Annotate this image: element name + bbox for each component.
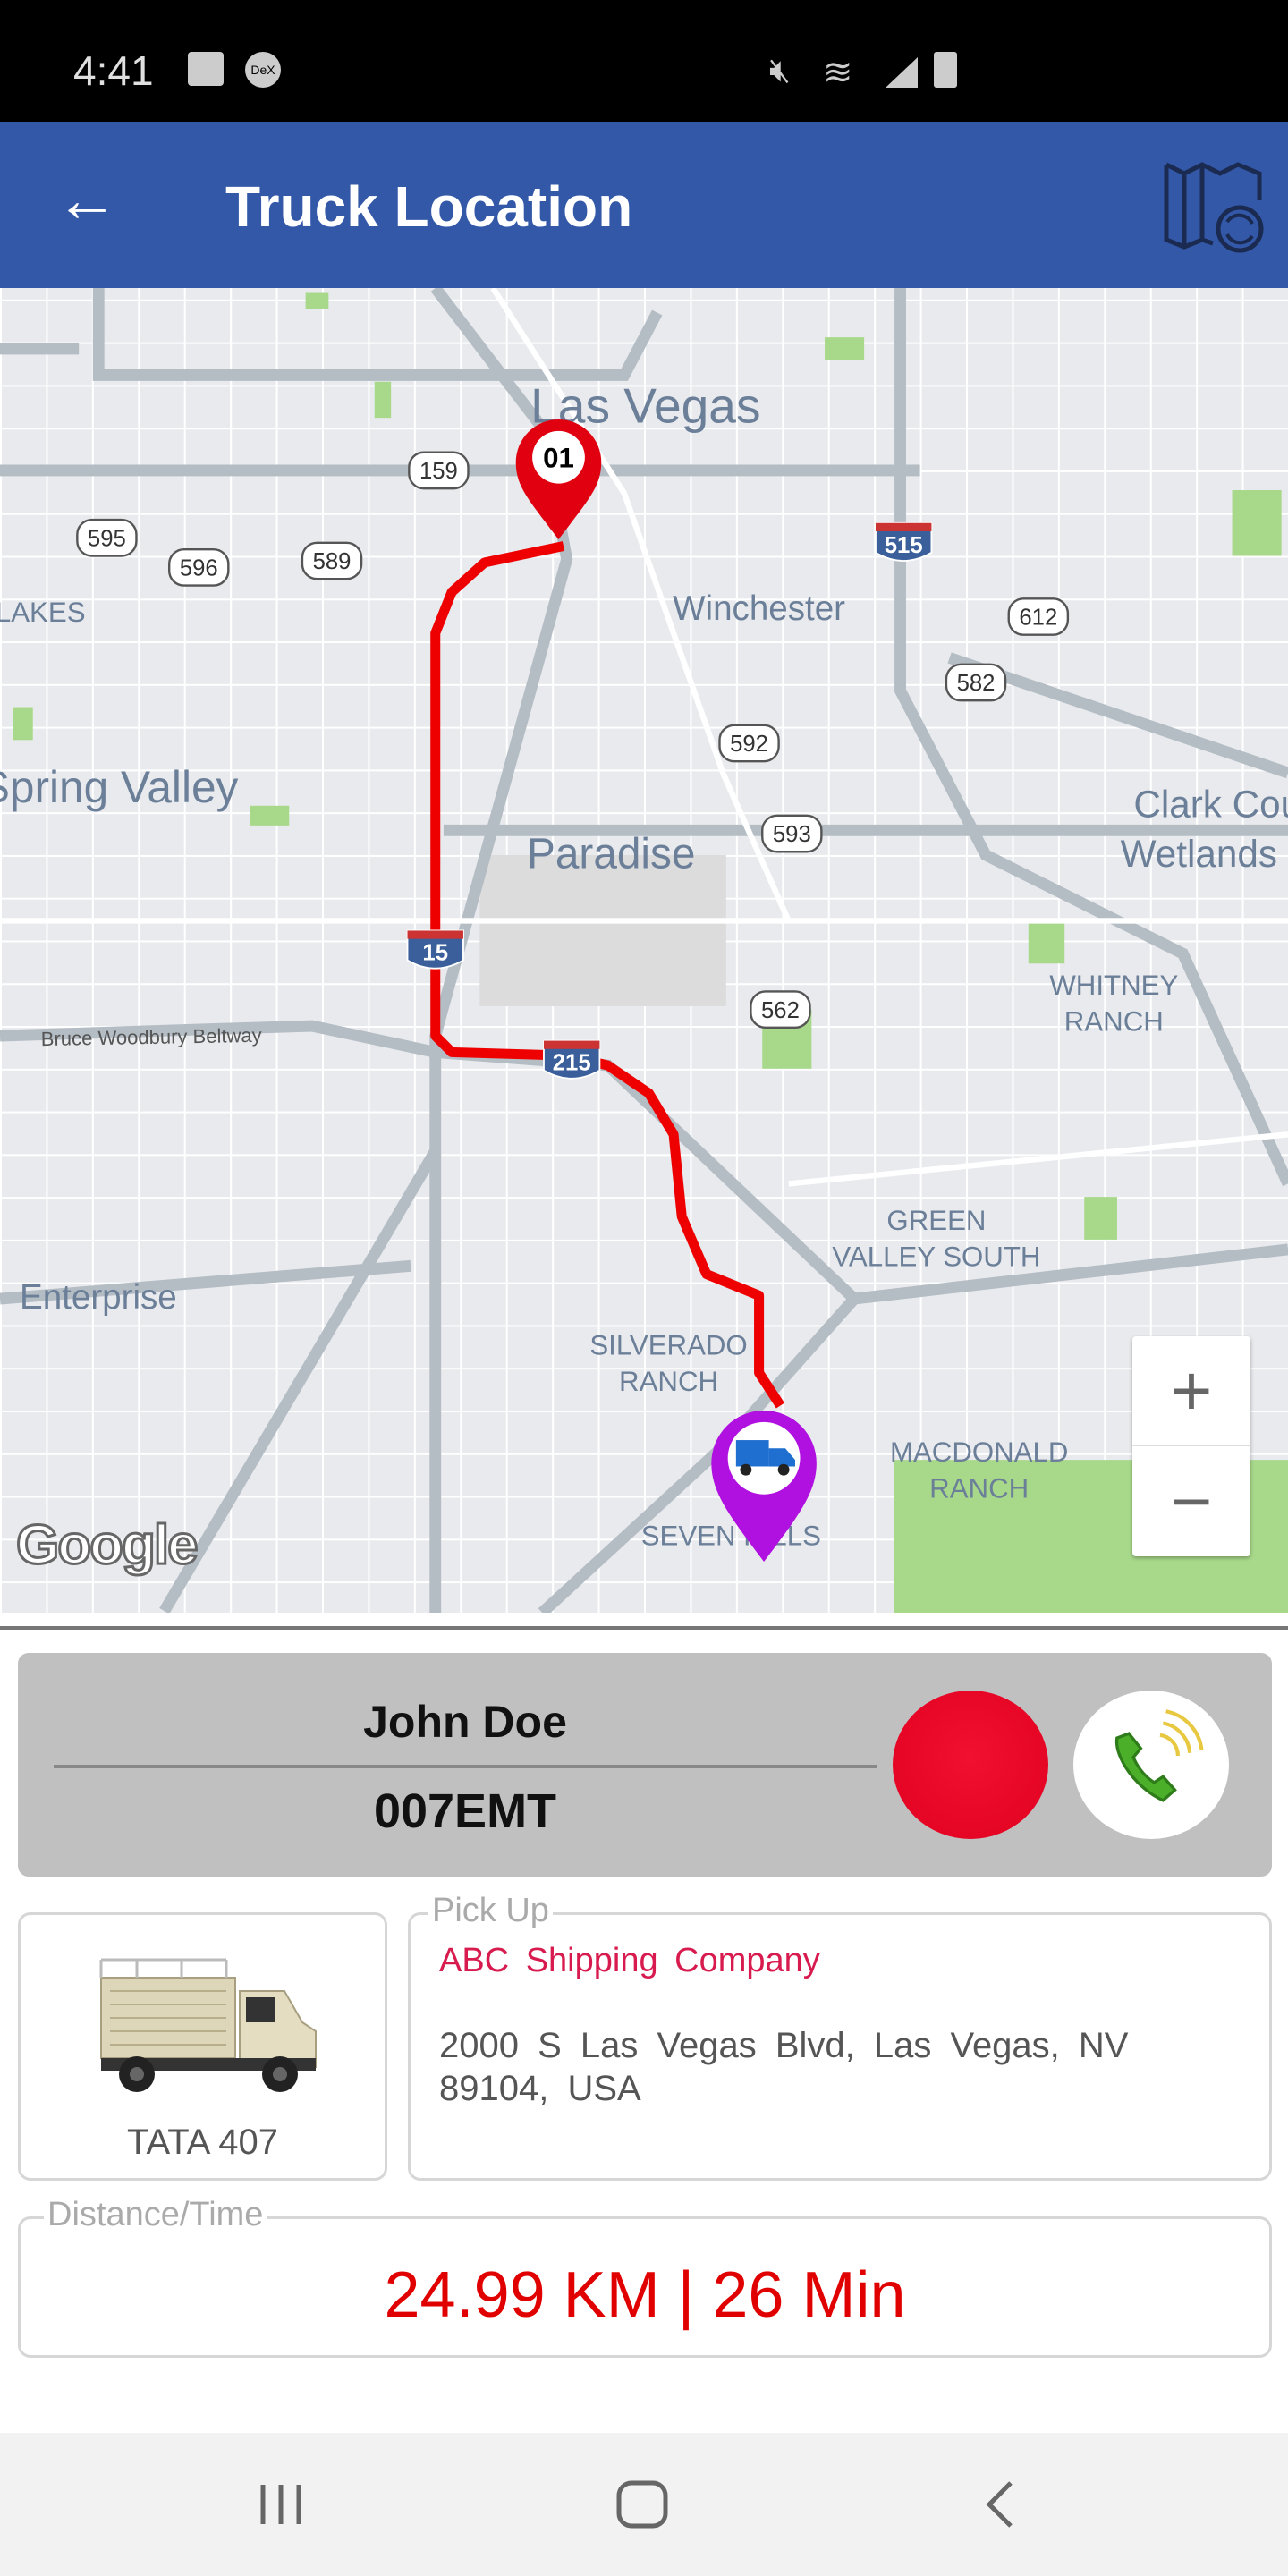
signal-icon xyxy=(886,57,918,88)
zoom-in-button[interactable]: + xyxy=(1132,1336,1250,1446)
home-button[interactable] xyxy=(615,2479,669,2529)
map-label: Paradise xyxy=(527,831,695,878)
mute-icon: 🔇︎ xyxy=(769,52,791,89)
interstate-number: 515 xyxy=(885,533,923,558)
state-route-shield: 582 xyxy=(945,663,1007,702)
gallery-icon xyxy=(188,52,224,86)
route-number: 589 xyxy=(313,549,352,574)
truck-image xyxy=(99,1958,317,2092)
map-label: MACDONALD xyxy=(890,1436,1068,1468)
interstate-shield: 15 xyxy=(406,929,464,970)
map-label: Bruce Woodbury Beltway xyxy=(41,1024,262,1050)
state-route-shield: 595 xyxy=(76,518,138,557)
route-number: 582 xyxy=(957,671,996,696)
map-label: RANCH xyxy=(1064,1006,1164,1038)
map-label: Winchester xyxy=(673,589,845,628)
back-button[interactable]: ← xyxy=(55,168,118,231)
truck-icon xyxy=(735,1440,769,1467)
route-number: 592 xyxy=(730,732,768,757)
map-label: RANCH xyxy=(619,1366,718,1397)
back-nav-button[interactable] xyxy=(982,2479,1018,2529)
battery-icon xyxy=(934,52,957,88)
map-label: Enterprise xyxy=(20,1278,177,1317)
divider xyxy=(0,1626,1288,1630)
map-view[interactable]: Las Vegas Winchester Paradise Spring Val… xyxy=(0,288,1288,1613)
page-title: Truck Location xyxy=(225,174,633,239)
map-label: Spring Valley xyxy=(0,762,239,812)
route-number: 596 xyxy=(180,556,218,581)
status-bar: 4:41 DeX 🔇︎ ≋ xyxy=(0,0,1288,122)
map-label: LAKES xyxy=(0,597,86,628)
pickup-legend: Pick Up xyxy=(428,1892,553,1930)
call-button[interactable] xyxy=(1073,1690,1229,1839)
map-label: VALLEY SOUTH xyxy=(832,1241,1040,1272)
route-number: 595 xyxy=(88,526,126,551)
map-refresh-icon[interactable] xyxy=(1159,157,1267,256)
interstate-shield: 215 xyxy=(543,1039,601,1080)
driver-name: John Doe xyxy=(363,1697,567,1747)
driver-card: John Doe 007EMT xyxy=(18,1653,1272,1877)
vehicle-plate: 007EMT xyxy=(373,1784,557,1838)
system-nav-bar xyxy=(0,2433,1288,2576)
start-marker-label: 01 xyxy=(543,442,574,473)
interstate-shield: 515 xyxy=(875,521,933,562)
zoom-controls: + − xyxy=(1132,1336,1250,1556)
zoom-out-button[interactable]: − xyxy=(1132,1446,1250,1556)
google-logo: Google xyxy=(15,1513,200,1578)
state-route-shield: 596 xyxy=(167,547,230,587)
route-number: 593 xyxy=(773,822,811,847)
vehicle-model: TATA 407 xyxy=(127,2123,278,2162)
state-route-shield: 562 xyxy=(750,990,811,1030)
map-canvas[interactable]: Las Vegas Winchester Paradise Spring Val… xyxy=(0,288,1288,1613)
pickup-company: ABC Shipping Company xyxy=(439,1942,820,1979)
distance-card: Distance/Time 24.99 KM | 26 Min xyxy=(18,2196,1272,2358)
status-indicator xyxy=(893,1690,1048,1839)
wifi-icon: ≋ xyxy=(823,53,853,92)
map-label: SEVEN HILLS xyxy=(641,1521,821,1552)
clock: 4:41 xyxy=(73,47,154,94)
state-route-shield: 159 xyxy=(408,451,470,490)
state-route-shield: 612 xyxy=(1007,597,1070,636)
recent-apps-button[interactable] xyxy=(256,2479,306,2529)
pickup-card: Pick Up ABC Shipping Company 2000 S Las … xyxy=(408,1892,1272,2181)
vehicle-card: TATA 407 xyxy=(18,1912,387,2181)
route-number: 159 xyxy=(419,459,458,484)
state-route-shield: 592 xyxy=(718,724,780,763)
map-label: Wetlands xyxy=(1121,833,1277,875)
state-route-shield: 589 xyxy=(301,541,363,580)
app-bar: ← Truck Location xyxy=(0,122,1288,288)
state-route-shield: 593 xyxy=(761,814,823,853)
map-label: Clark County xyxy=(1133,784,1288,826)
distance-time-value: 24.99 KM | 26 Min xyxy=(384,2259,906,2331)
route-number: 612 xyxy=(1019,606,1057,631)
phone-icon xyxy=(1114,1709,1204,1802)
dex-icon: DeX xyxy=(245,52,281,88)
route-number: 562 xyxy=(761,998,800,1023)
separator xyxy=(54,1765,877,1768)
map-label: RANCH xyxy=(929,1472,1029,1504)
map-label: SILVERADO xyxy=(589,1330,747,1361)
map-label: GREEN xyxy=(886,1205,986,1236)
interstate-number: 15 xyxy=(422,941,448,966)
interstate-number: 215 xyxy=(553,1051,591,1076)
distance-legend: Distance/Time xyxy=(44,2196,267,2234)
pickup-address: 2000 S Las Vegas Blvd, Las Vegas, NV 891… xyxy=(439,2026,1129,2108)
map-label: WHITNEY xyxy=(1049,970,1178,1001)
